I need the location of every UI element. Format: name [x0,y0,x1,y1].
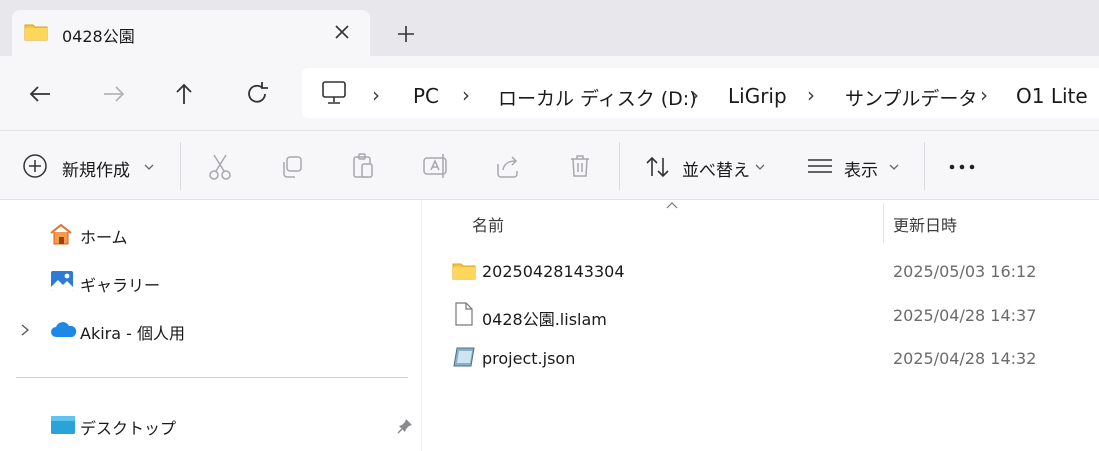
desktop-icon [51,416,75,434]
rename-icon[interactable] [421,152,449,180]
paste-clipboard-icon[interactable] [350,152,376,180]
up-arrow-icon[interactable] [166,76,202,112]
pin-icon[interactable] [396,417,414,435]
view-button[interactable]: 表示 [806,150,906,184]
view-lines-icon [808,159,832,173]
close-icon[interactable] [330,20,354,44]
sidebar-item-label: ホーム [80,228,128,247]
column-header-modified[interactable]: 更新日時 [893,212,957,236]
add-circle-icon [23,154,47,178]
refresh-icon[interactable] [239,76,275,112]
share-icon[interactable] [494,152,522,180]
sort-arrows-icon [646,156,669,178]
column-header-name[interactable]: 名前 [472,212,504,236]
delete-trash-icon[interactable] [567,152,593,180]
json-file-icon [453,347,475,367]
breadcrumb-separator: › [462,83,470,107]
sidebar-item-home[interactable]: ホーム [48,220,348,250]
column-divider[interactable] [883,203,884,243]
sidebar-item-label: デスクトップ [80,419,177,438]
new-button[interactable]: 新規作成 [22,150,162,184]
breadcrumb-separator: › [980,83,988,107]
sidebar-item-desktop[interactable]: デスクトップ [48,411,418,441]
copy-icon[interactable] [279,154,305,180]
toolbar-divider [924,142,925,190]
sidebar-item-label: ギャラリー [80,276,161,295]
breadcrumb-separator: › [372,83,380,107]
folder-icon [24,24,48,41]
chevron-right-icon[interactable] [18,323,32,337]
toolbar-divider [619,142,620,190]
file-modified: 2025/05/03 16:12 [893,262,1037,281]
table-row[interactable]: project.json 2025/04/28 14:32 [446,343,1086,373]
new-tab-plus-icon[interactable] [392,20,420,48]
file-modified: 2025/04/28 14:32 [893,349,1037,368]
breadcrumb-pc[interactable]: PC [413,84,439,108]
chevron-down-icon [755,164,765,170]
gallery-icon [51,271,73,291]
sidebar-item-onedrive[interactable]: Akira - 個人用 [16,316,376,346]
folder-icon [452,263,476,280]
file-name: project.json [482,349,576,368]
back-arrow-icon[interactable] [22,76,58,112]
chevron-down-icon [144,164,154,170]
chevron-down-icon [889,164,899,170]
home-icon [50,223,72,245]
breadcrumb-ligrip[interactable]: LiGrip [728,84,787,108]
toolbar-divider [180,142,181,190]
file-name: 20250428143304 [482,262,625,281]
breadcrumb-separator: › [691,83,699,107]
breadcrumb-o1-lite[interactable]: O1 Lite [1016,84,1088,108]
tab-title: 0428公園 [62,27,135,46]
forward-arrow-icon[interactable] [96,76,132,112]
breadcrumb-local-disk[interactable]: ローカル ディスク (D:) [498,84,697,111]
new-button-label: 新規作成 [62,161,130,181]
view-button-label: 表示 [844,161,878,181]
file-modified: 2025/04/28 14:37 [893,306,1037,325]
pc-monitor-icon[interactable] [320,80,348,106]
table-row[interactable]: 20250428143304 2025/05/03 16:12 [446,256,1086,286]
file-icon [455,302,473,326]
cut-scissors-icon[interactable] [207,153,233,181]
more-options-icon[interactable] [946,157,978,177]
onedrive-cloud-icon [51,322,77,337]
breadcrumb-sample-data[interactable]: サンプルデータ [845,84,977,111]
sort-ascending-caret-icon [666,202,678,209]
sort-button[interactable]: 並べ替え [644,150,774,184]
pane-splitter[interactable] [421,200,422,451]
sidebar-divider [16,377,408,378]
sort-button-label: 並べ替え [682,161,750,181]
file-name: 0428公園.lislam [482,310,607,329]
tab-0428[interactable]: 0428公園 [12,10,370,56]
command-toolbar [0,130,1099,200]
table-row[interactable]: 0428公園.lislam 2025/04/28 14:37 [446,300,1086,330]
sidebar-item-gallery[interactable]: ギャラリー [48,268,348,298]
breadcrumb-separator: › [807,83,815,107]
sidebar-item-label: Akira - 個人用 [80,324,185,343]
